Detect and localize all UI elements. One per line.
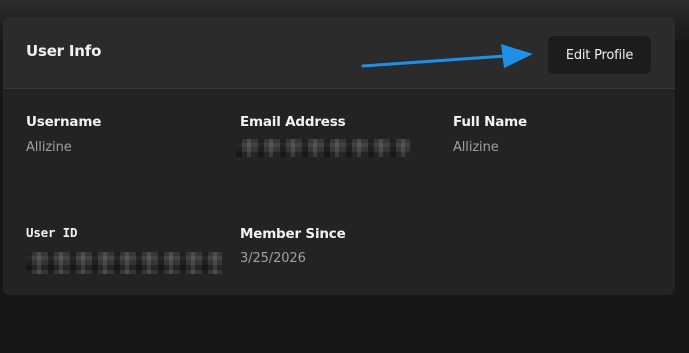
full-name-label: Full Name bbox=[453, 114, 527, 130]
annotation-arrow-icon bbox=[361, 44, 533, 68]
edit-profile-button[interactable]: Edit Profile bbox=[548, 36, 651, 74]
email-value-redacted bbox=[236, 139, 410, 157]
user-info-card: User Info Edit Profile Username Allizine… bbox=[3, 17, 675, 295]
user-id-label: User ID bbox=[26, 225, 78, 240]
member-since-label: Member Since bbox=[240, 226, 346, 242]
card-header: User Info Edit Profile bbox=[3, 17, 675, 89]
member-since-value: 3/25/2026 bbox=[240, 251, 306, 266]
full-name-value: Allizine bbox=[453, 140, 499, 155]
email-label: Email Address bbox=[240, 114, 346, 130]
username-value: Allizine bbox=[26, 140, 72, 155]
user-id-value-redacted bbox=[26, 252, 222, 274]
username-label: Username bbox=[26, 114, 102, 130]
card-title: User Info bbox=[26, 42, 102, 60]
